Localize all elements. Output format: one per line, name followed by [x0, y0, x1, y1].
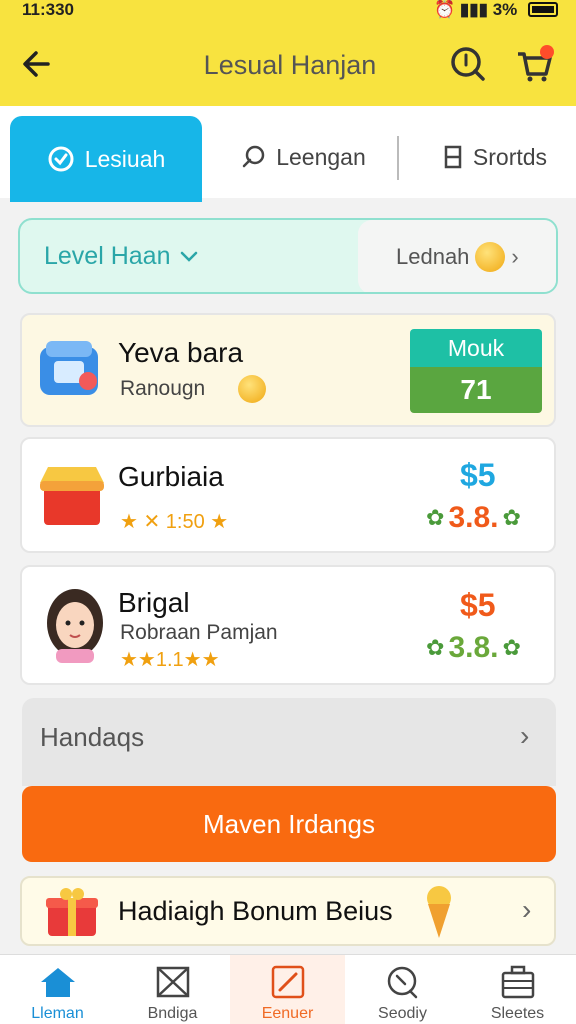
nav-label: Seodiy [378, 1005, 427, 1022]
item-sub: Robraan Pamjan [120, 621, 278, 644]
level-right-link[interactable]: Lednah › [358, 220, 556, 292]
nav-label: Sleetes [490, 1005, 545, 1022]
tag-icon [242, 145, 265, 168]
clock-check-icon [48, 146, 74, 172]
item-name: Brigal [118, 587, 190, 618]
item-card[interactable]: Yeva bara Ranougn Mouk 71 [20, 313, 556, 427]
section-label: Handaqs [40, 722, 145, 752]
status-time: 11:330 [22, 0, 74, 19]
nav-eenuer[interactable]: Eenuer [230, 955, 345, 1024]
tab-leengan[interactable]: Leengan [228, 116, 378, 198]
nav-label: Lleman [31, 1005, 84, 1022]
coin-search-icon [475, 242, 506, 272]
search-icon[interactable] [448, 44, 488, 84]
avatar [47, 589, 103, 663]
item-price: $5 [460, 457, 496, 493]
tab-label: Srortds [472, 143, 548, 170]
chevron-down-icon [181, 251, 198, 262]
nav-seodiy[interactable]: Seodiy [345, 955, 460, 1024]
nav-home[interactable]: Lleman [0, 955, 115, 1024]
level-dropdown[interactable]: Level Haan [44, 242, 198, 271]
gift-icon [46, 888, 98, 936]
list-icon [444, 145, 462, 169]
battery-icon [528, 2, 558, 17]
section-row[interactable]: Handaqs › [22, 698, 556, 786]
chevron-right-icon: › [520, 720, 530, 751]
shop-box-icon [40, 467, 104, 525]
item-subprice: ✿ 3.8. ✿ [426, 631, 521, 665]
level-label: Level Haan [44, 242, 171, 270]
tab-bar: Lesiuah Leengan Srortds [0, 106, 576, 202]
chevron-right-icon: › [522, 894, 532, 925]
nav-bndiga[interactable]: Bndiga [115, 955, 230, 1024]
home-icon [41, 968, 75, 997]
tab-srortds[interactable]: Srortds [430, 116, 560, 198]
leaf-icon: ✿ [426, 635, 445, 660]
coin-icon [238, 375, 266, 403]
edit-icon [271, 965, 305, 999]
back-arrow-icon[interactable] [18, 44, 58, 84]
leaf-icon: ✿ [502, 635, 521, 660]
gift-box-icon [40, 341, 98, 395]
item-sub: Ranougn [120, 377, 206, 400]
status-icons: ⏰ ▮▮▮ 3% [434, 0, 558, 20]
level-selector[interactable]: Level Haan Lednah › [18, 218, 558, 294]
item-card[interactable]: Brigal Robraan Pamjan ★★1.1★★ $5 ✿ 3.8. … [20, 565, 556, 685]
leaf-icon: ✿ [426, 505, 445, 530]
bonus-label: Hadiaigh Bonum Beius [118, 896, 393, 926]
alarm-icon: ⏰ [433, 0, 456, 19]
mouk-badge[interactable]: Mouk 71 [410, 329, 542, 413]
bottom-nav: Lleman Bndiga Eenuer Seodiy Sleetes [0, 954, 576, 1024]
ice-cream-icon [427, 886, 451, 938]
subprice-value: 3.8. [448, 501, 499, 534]
level-right-label: Lednah [396, 244, 470, 269]
badge-value: 71 [410, 367, 542, 413]
cart-badge [540, 45, 554, 59]
app-header: 11:330 ⏰ ▮▮▮ 3% Lesual Hanjan [0, 0, 576, 106]
battery-percent: 3% [492, 0, 518, 19]
leaf-icon: ✿ [502, 505, 521, 530]
tab-label: Lesiuah [84, 145, 166, 172]
primary-action-button[interactable]: Maven Irdangs [22, 786, 556, 862]
nav-label: Bndiga [147, 1005, 198, 1022]
tab-lesiuah[interactable]: Lesiuah [10, 116, 202, 202]
page-title: Lesual Hanjan [203, 50, 377, 80]
search-icon [387, 966, 418, 999]
box-icon [156, 966, 190, 998]
item-price: $5 [460, 587, 496, 623]
item-rating: ★★1.1★★ [120, 649, 220, 671]
subprice-value: 3.8. [448, 631, 499, 664]
item-card[interactable]: Gurbiaia ★ ✕ 1:50 ★ $5 ✿ 3.8. ✿ [20, 437, 556, 553]
nav-label: Eenuer [261, 1005, 314, 1022]
status-bar: 11:330 ⏰ ▮▮▮ 3% [0, 0, 576, 22]
nav-sleetes[interactable]: Sleetes [460, 955, 575, 1024]
tab-divider [397, 136, 399, 180]
item-name: Yeva bara [118, 337, 244, 368]
item-name: Gurbiaia [118, 461, 224, 492]
bonus-row[interactable]: Hadiaigh Bonum Beius › [20, 876, 556, 946]
item-subprice: ✿ 3.8. ✿ [426, 501, 521, 535]
badge-label: Mouk [410, 329, 542, 367]
item-rating: ★ ✕ 1:50 ★ [120, 511, 229, 533]
tab-label: Leengan [276, 143, 366, 170]
signal-icon: ▮▮▮ [459, 0, 488, 19]
chevron-right-icon: › [511, 244, 519, 269]
briefcase-icon [501, 965, 535, 999]
